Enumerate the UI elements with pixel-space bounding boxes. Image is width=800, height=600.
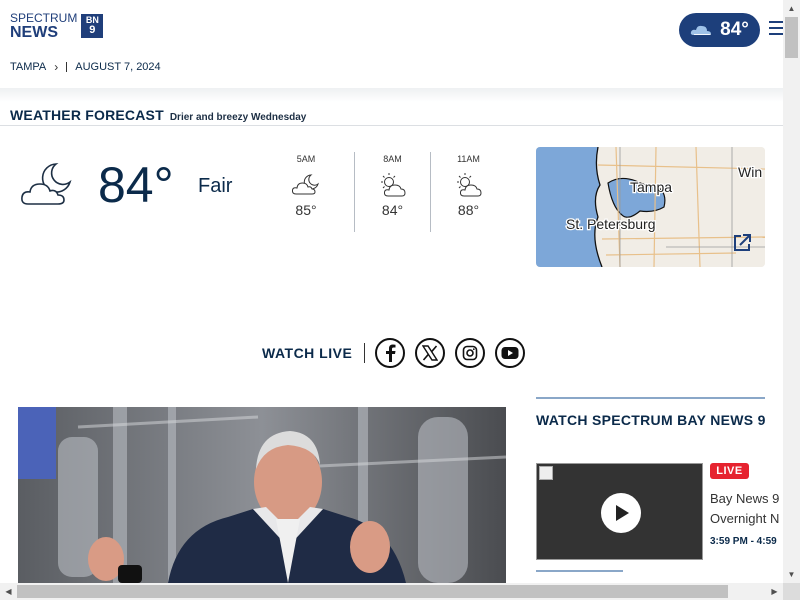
scroll-left-arrow-icon[interactable]: ◀ (0, 583, 17, 600)
cloud-icon (690, 23, 712, 37)
current-temp: 84° (98, 157, 174, 213)
forecast-title[interactable]: WEATHER FORECAST (10, 107, 164, 123)
watch-live-bar: WATCH LIVE (262, 338, 526, 368)
current-condition: Fair (198, 175, 233, 197)
moon-cloud-icon (20, 160, 74, 210)
hourly-time: 5AM (296, 154, 316, 164)
sidebar-bottom-rule (536, 570, 623, 572)
hourly-forecast-item: 11AM 88° (430, 152, 506, 232)
breadcrumb-separator (66, 62, 68, 72)
forecast-subtitle: Drier and breezy Wednesday (169, 112, 307, 123)
youtube-icon[interactable] (495, 338, 526, 368)
hourly-temp: 88° (457, 202, 480, 218)
watch-live-divider (364, 343, 366, 363)
facebook-icon[interactable] (375, 338, 406, 368)
scrollbar-corner (783, 583, 800, 600)
map-graphic: Tampa St. Petersburg Win (536, 147, 765, 267)
logo-line-2: NEWS (10, 24, 58, 41)
page: SPECTRUM NEWS BN 9 84° TAMPA › AUGUST 7,… (0, 0, 800, 600)
logo-wordmark: SPECTRUM NEWS (10, 12, 77, 41)
vertical-scroll-thumb[interactable] (785, 17, 798, 58)
hourly-temp: 84° (381, 202, 404, 218)
broken-image-icon (539, 466, 553, 480)
header-weather-button[interactable]: 84° (679, 13, 760, 47)
logo-line-1: SPECTRUM (10, 11, 78, 25)
breadcrumb: TAMPA › AUGUST 7, 2024 (10, 60, 161, 74)
logo-badge-number: 9 (89, 24, 96, 36)
map-label-st-petersburg: St. Petersburg (566, 216, 656, 232)
map-label-tampa: Tampa (630, 179, 672, 195)
spectrum-news-logo[interactable]: SPECTRUM NEWS BN 9 (10, 12, 104, 41)
live-video-thumbnail[interactable] (536, 463, 703, 560)
hamburger-menu-icon[interactable] (769, 21, 783, 37)
scroll-right-arrow-icon[interactable]: ▶ (766, 583, 783, 600)
hero-news-image[interactable] (18, 407, 506, 583)
horizontal-scroll-thumb[interactable] (17, 585, 728, 598)
watch-live-link[interactable]: WATCH LIVE (262, 345, 352, 361)
header-temp: 84° (720, 19, 749, 40)
forecast-divider (0, 125, 783, 126)
header-shadow (0, 88, 783, 102)
vertical-scrollbar[interactable]: ▲ ▼ (783, 0, 800, 600)
sidebar-top-rule (536, 397, 765, 399)
hourly-forecast-item: 5AM 85° (268, 152, 344, 232)
external-link-icon[interactable] (732, 233, 752, 253)
moon-cloud-icon (291, 172, 321, 198)
play-button[interactable] (601, 493, 641, 533)
instagram-icon[interactable] (455, 338, 486, 368)
site-header: SPECTRUM NEWS BN 9 84° TAMPA › AUGUST 7,… (0, 0, 783, 90)
breadcrumb-date: AUGUST 7, 2024 (75, 61, 161, 73)
hourly-time: 11AM (457, 154, 480, 164)
logo-badge: BN 9 (81, 14, 104, 38)
play-icon (616, 505, 629, 521)
hourly-forecast-item: 8AM 84° (354, 152, 430, 232)
x-icon[interactable] (415, 338, 446, 368)
hourly-time: 8AM (383, 154, 402, 164)
sun-cloud-icon (454, 172, 484, 198)
horizontal-scrollbar[interactable]: ◀ ▶ (0, 583, 783, 600)
scroll-up-arrow-icon[interactable]: ▲ (783, 0, 800, 17)
chevron-right-icon: › (54, 60, 59, 74)
live-badge: LIVE (710, 463, 749, 479)
map-label-winter-haven: Win (738, 164, 762, 180)
weather-map[interactable]: Tampa St. Petersburg Win (536, 147, 765, 267)
scroll-down-arrow-icon[interactable]: ▼ (783, 566, 800, 583)
hourly-temp: 85° (295, 202, 317, 218)
hero-photo (18, 407, 506, 583)
sidebar-title[interactable]: WATCH SPECTRUM BAY NEWS 9 (536, 409, 776, 431)
sun-cloud-icon (378, 172, 408, 198)
forecast-heading: WEATHER FORECAST Drier and breezy Wednes… (10, 107, 306, 123)
breadcrumb-location[interactable]: TAMPA (10, 61, 46, 73)
